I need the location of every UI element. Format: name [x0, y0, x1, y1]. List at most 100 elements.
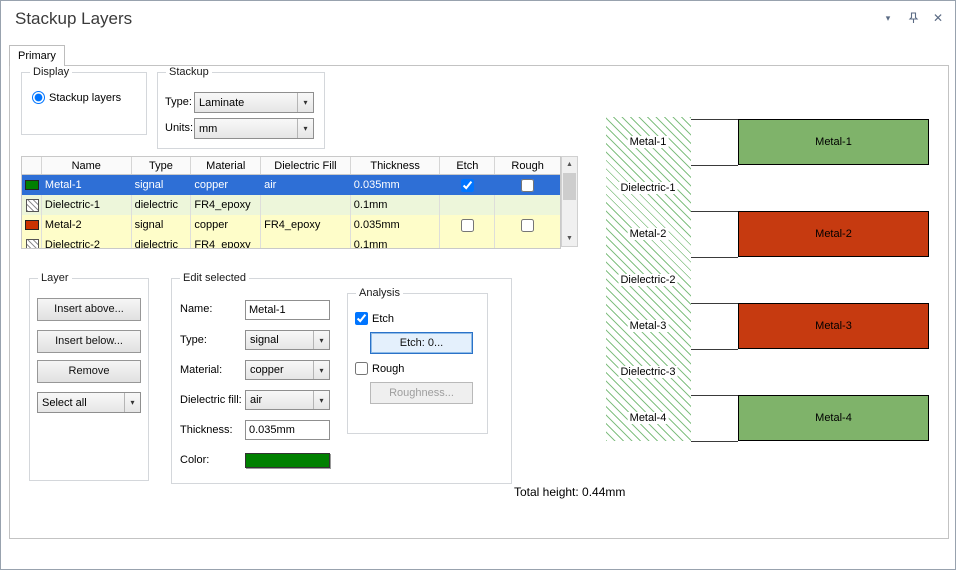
- viz-metal-1-box[interactable]: Metal-1: [738, 119, 929, 165]
- cell-thickness: 0.1mm: [351, 195, 441, 215]
- cell-material: copper: [191, 175, 261, 195]
- stackup-group-label: Stackup: [166, 66, 212, 78]
- stackup-layers-radio[interactable]: [32, 91, 45, 104]
- cell-material: FR4_epoxy: [191, 195, 261, 215]
- table-row-metal-1[interactable]: Metal-1 signal copper air 0.035mm: [22, 175, 560, 195]
- cell-type: dielectric: [132, 195, 192, 215]
- cell-name: Dielectric-1: [42, 195, 132, 215]
- viz-layer-label: Metal-1: [628, 136, 669, 148]
- type-combo[interactable]: signal ▾: [245, 330, 330, 350]
- header-thickness: Thickness: [351, 157, 441, 174]
- chevron-down-icon: ▾: [124, 393, 140, 412]
- display-group-label: Display: [30, 66, 72, 78]
- stackup-units-combo[interactable]: mm ▾: [194, 118, 314, 139]
- etch-checkbox[interactable]: [461, 219, 474, 232]
- cell-dielectric-fill: air: [261, 175, 351, 195]
- layer-color-swatch: [26, 239, 39, 249]
- analysis-group-label: Analysis: [356, 287, 403, 299]
- layer-color-swatch: [26, 199, 39, 212]
- chevron-down-icon: ▾: [313, 391, 329, 409]
- analysis-rough-checkbox[interactable]: [355, 362, 368, 375]
- layers-table: Name Type Material Dielectric Fill Thick…: [21, 156, 561, 249]
- cell-dielectric-fill: [261, 195, 351, 215]
- viz-boundary-line: [691, 441, 738, 442]
- viz-metal-4-box[interactable]: Metal-4: [738, 395, 929, 441]
- scrollbar-thumb[interactable]: [563, 173, 576, 200]
- type-value: signal: [246, 334, 313, 346]
- pin-icon[interactable]: [906, 11, 920, 25]
- scroll-down-icon[interactable]: ▼: [562, 231, 577, 246]
- rough-checkbox[interactable]: [521, 219, 534, 232]
- stackup-layers-radio-label: Stackup layers: [49, 92, 121, 104]
- titlebar: Stackup Layers ▾ ✕: [1, 1, 955, 41]
- material-label: Material:: [180, 364, 222, 376]
- viz-layer-label: Metal-4: [628, 412, 669, 424]
- table-scrollbar[interactable]: ▲ ▼: [561, 156, 578, 247]
- header-etch: Etch: [440, 157, 495, 174]
- total-height-text: Total height: 0.44mm: [514, 485, 625, 499]
- edit-selected-group-label: Edit selected: [180, 272, 249, 284]
- table-row-metal-2[interactable]: Metal-2 signal copper FR4_epoxy 0.035mm: [22, 215, 560, 235]
- remove-button[interactable]: Remove: [37, 360, 141, 383]
- thickness-field[interactable]: [245, 420, 330, 440]
- close-icon[interactable]: ✕: [931, 11, 945, 25]
- header-name: Name: [42, 157, 132, 174]
- chevron-down-icon: ▾: [297, 93, 313, 112]
- analysis-rough-label: Rough: [372, 363, 404, 375]
- etch-settings-button[interactable]: Etch: 0...: [370, 332, 473, 354]
- cell-material: copper: [191, 215, 261, 235]
- window-menu-icon[interactable]: ▾: [881, 11, 895, 25]
- table-row-dielectric-2[interactable]: Dielectric-2 dielectric FR4_epoxy 0.1mm: [22, 235, 560, 248]
- cell-name: Metal-2: [42, 215, 132, 235]
- dielectric-fill-combo[interactable]: air ▾: [245, 390, 330, 410]
- table-header-row: Name Type Material Dielectric Fill Thick…: [22, 157, 560, 175]
- viz-metal-3-box[interactable]: Metal-3: [738, 303, 929, 349]
- header-type: Type: [132, 157, 192, 174]
- type-label: Type:: [165, 96, 192, 108]
- header-swatch: [22, 157, 42, 174]
- cell-material: FR4_epoxy: [191, 235, 261, 248]
- color-swatch-button[interactable]: [245, 453, 330, 468]
- viz-layer-label: Dielectric-3: [618, 366, 677, 378]
- roughness-button[interactable]: Roughness...: [370, 382, 473, 404]
- select-all-combo[interactable]: Select all ▾: [37, 392, 141, 413]
- type-field-label: Type:: [180, 334, 207, 346]
- cell-type: dielectric: [132, 235, 192, 248]
- chevron-down-icon: ▾: [313, 361, 329, 379]
- select-all-value: Select all: [38, 397, 124, 409]
- thickness-label: Thickness:: [180, 424, 233, 436]
- viz-boundary-line: [691, 165, 738, 166]
- cell-thickness: 0.1mm: [351, 235, 441, 248]
- viz-layer-label: Metal-2: [628, 228, 669, 240]
- stackup-layers-window: Stackup Layers ▾ ✕ Primary Display Stack…: [0, 0, 956, 570]
- etch-checkbox[interactable]: [461, 179, 474, 192]
- dielectric-fill-value: air: [246, 394, 313, 406]
- chevron-down-icon: ▾: [297, 119, 313, 138]
- analysis-etch-label: Etch: [372, 313, 394, 325]
- stackup-type-combo[interactable]: Laminate ▾: [194, 92, 314, 113]
- dielectric-fill-label: Dielectric fill:: [180, 394, 242, 406]
- cell-dielectric-fill: FR4_epoxy: [261, 215, 351, 235]
- material-combo[interactable]: copper ▾: [245, 360, 330, 380]
- viz-metal-2-box[interactable]: Metal-2: [738, 211, 929, 257]
- viz-boundary-line: [691, 395, 738, 396]
- stackup-type-value: Laminate: [195, 97, 297, 109]
- viz-layer-label: Dielectric-1: [618, 182, 677, 194]
- header-material: Material: [191, 157, 261, 174]
- titlebar-icons: ▾ ✕: [881, 11, 945, 25]
- analysis-etch-checkbox[interactable]: [355, 312, 368, 325]
- insert-above-button[interactable]: Insert above...: [37, 298, 141, 321]
- stackup-units-value: mm: [195, 123, 297, 135]
- table-row-dielectric-1[interactable]: Dielectric-1 dielectric FR4_epoxy 0.1mm: [22, 195, 560, 215]
- insert-below-button[interactable]: Insert below...: [37, 330, 141, 353]
- cell-thickness: 0.035mm: [351, 175, 441, 195]
- viz-boundary-line: [691, 119, 738, 120]
- cell-type: signal: [132, 175, 192, 195]
- layer-color-swatch: [25, 180, 39, 190]
- chevron-down-icon: ▾: [313, 331, 329, 349]
- tab-primary[interactable]: Primary: [9, 45, 65, 66]
- viz-boundary-line: [691, 303, 738, 304]
- name-field[interactable]: [245, 300, 330, 320]
- scroll-up-icon[interactable]: ▲: [562, 157, 577, 172]
- rough-checkbox[interactable]: [521, 179, 534, 192]
